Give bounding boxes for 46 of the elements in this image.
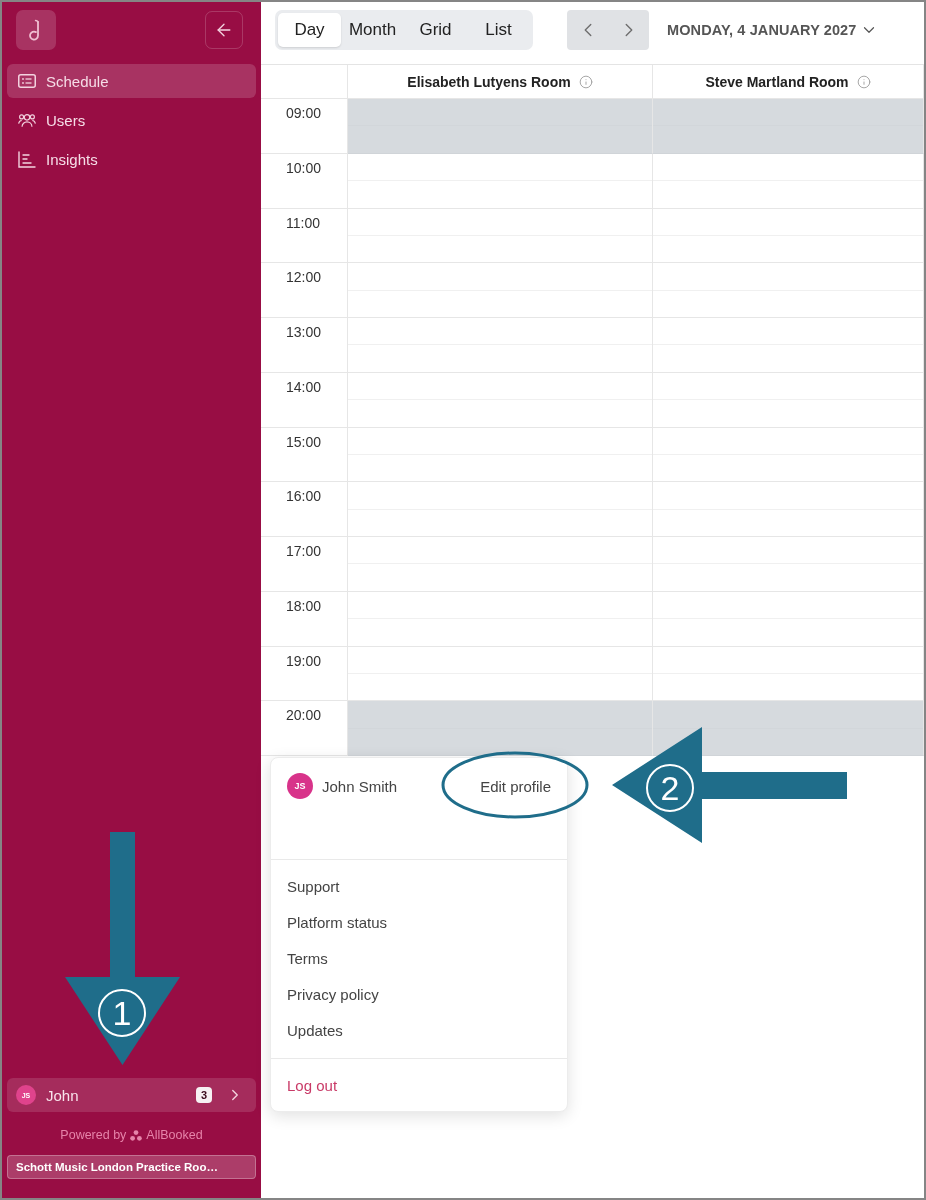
view-tab[interactable]: List — [467, 13, 530, 47]
info-icon[interactable] — [578, 74, 593, 89]
view-tab[interactable]: Month — [341, 13, 404, 47]
brand-name: AllBooked — [146, 1128, 203, 1142]
time-label: 20:00 — [286, 707, 322, 724]
room-name: Elisabeth Lutyens Room — [407, 73, 571, 90]
room-name: Steve Martland Room — [705, 73, 849, 90]
menu-item[interactable]: Updates — [271, 1012, 567, 1048]
bar-chart-icon — [18, 150, 36, 168]
view-tab[interactable]: Grid — [404, 13, 467, 47]
list-icon — [18, 74, 36, 88]
time-label: 13:00 — [286, 324, 322, 340]
info-icon[interactable] — [856, 74, 871, 89]
menu-item[interactable]: Platform status — [271, 904, 567, 940]
time-label: 11:00 — [286, 214, 320, 231]
step-number: 2 — [646, 764, 694, 812]
nav-item[interactable]: Users — [7, 103, 256, 137]
workspace-button[interactable]: Schott Music London Practice Roo… — [7, 1155, 256, 1179]
time-label: 17:00 — [286, 543, 322, 559]
user-avatar: JS — [287, 773, 313, 799]
view-tab[interactable]: Day — [278, 13, 341, 47]
step-number: 1 — [98, 989, 146, 1037]
time-label: 18:00 — [286, 597, 322, 614]
menu-item[interactable]: Support — [271, 868, 567, 904]
nav-item[interactable]: Schedule — [7, 64, 256, 98]
time-label: 16:00 — [286, 488, 322, 505]
time-label: 09:00 — [286, 105, 322, 121]
user-full-name: John Smith — [322, 777, 398, 795]
edit-profile-link[interactable]: Edit profile — [480, 772, 551, 800]
notification-count: 3 — [196, 1087, 212, 1103]
time-label: 10:00 — [286, 159, 322, 176]
time-label: 15:00 — [286, 433, 322, 450]
music-note-logo-icon — [16, 10, 56, 50]
brand-logo-icon — [130, 1129, 143, 1141]
powered-by-label: Powered by — [60, 1128, 127, 1142]
time-label: 19:00 — [286, 652, 322, 669]
user-name: John — [46, 1086, 80, 1104]
users-icon — [18, 112, 36, 128]
date-picker-button[interactable]: MONDAY, 4 JANUARY 2027 — [667, 10, 879, 50]
time-label: 12:00 — [286, 269, 322, 286]
menu-item[interactable]: Terms — [271, 940, 567, 976]
collapse-sidebar-button[interactable] — [205, 11, 243, 49]
menu-item[interactable]: Privacy policy — [271, 976, 567, 1012]
time-label: 14:00 — [286, 378, 322, 395]
nav-item[interactable]: Insights — [7, 142, 256, 176]
logout-item[interactable]: Log out — [271, 1067, 567, 1103]
